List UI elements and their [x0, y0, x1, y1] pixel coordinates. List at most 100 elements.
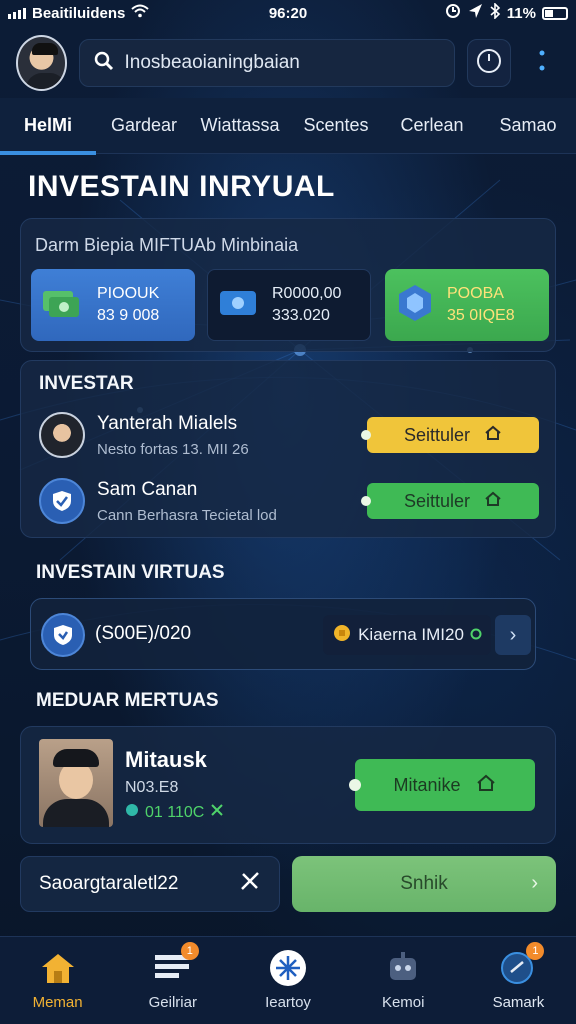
- battery-icon: [542, 6, 568, 20]
- investar-name: Yanterah Mialels: [97, 412, 238, 434]
- wifi-icon: [131, 4, 150, 22]
- mediar-value: 01 110C: [125, 803, 224, 822]
- tab-helmi[interactable]: HelMi: [0, 98, 96, 155]
- shield-icon: [39, 478, 85, 524]
- search-input[interactable]: [124, 52, 441, 74]
- chevron-right-icon: ›: [531, 872, 538, 894]
- investar-label: INVESTAR: [39, 373, 134, 394]
- location-icon: [467, 3, 483, 23]
- alarm-icon: [445, 3, 461, 23]
- investar-card: INVESTAR Yanterah Mialels Nesto fortas 1…: [20, 360, 556, 538]
- app-header: [0, 30, 576, 96]
- stat-card-2[interactable]: R0000,00 333.020: [207, 269, 371, 341]
- mediar-label: MEDUAR MERTUAS: [36, 690, 219, 711]
- more-button[interactable]: [523, 39, 560, 87]
- nav-label: Meman: [32, 994, 83, 1011]
- stat-2-line1: R0000,00: [272, 285, 342, 302]
- nav-item-meman[interactable]: Meman: [0, 937, 115, 1024]
- schedule-button[interactable]: Seittuler: [361, 417, 539, 453]
- home-icon: [484, 491, 502, 512]
- timer-button[interactable]: [467, 39, 512, 87]
- stat-card-3[interactable]: POOBA 35 0IQE8: [385, 269, 549, 341]
- home-icon: [38, 950, 78, 986]
- virtuas-card[interactable]: (S00E)/020 Kiaerna IMI20 ›: [30, 598, 536, 670]
- tab-scentes[interactable]: Scentes: [288, 98, 384, 154]
- schedule-button[interactable]: Seittuler: [361, 483, 539, 519]
- virtuas-amount: (S00E)/020: [95, 623, 192, 644]
- bluetooth-icon: [489, 2, 501, 23]
- shield-icon: [41, 613, 85, 657]
- mediar-action-label: Mitanike: [393, 774, 461, 795]
- stat-card-1[interactable]: PIOOUK 83 9 008: [31, 269, 195, 341]
- robot-icon: [383, 950, 423, 986]
- tab-wiattassa[interactable]: Wiattassa: [192, 98, 288, 154]
- nav-item-kemoi[interactable]: Kemoi: [346, 937, 461, 1024]
- nav-label: Samark: [492, 994, 545, 1011]
- chevron-right-icon[interactable]: ›: [495, 615, 531, 655]
- coin-icon: [332, 624, 352, 647]
- page-title: INVESTAIN INRYUAL: [28, 170, 335, 203]
- more-vertical-icon: [538, 48, 546, 79]
- mediar-value-text: 01 110C: [145, 803, 205, 821]
- status-bar: Beaitiluidens 96:20 11%: [0, 0, 576, 26]
- stat-3-line2: 35 0IQE8: [447, 307, 515, 324]
- stat-1-line2: 83 9 008: [97, 307, 160, 324]
- nav-label: Geilriar: [148, 994, 197, 1011]
- schedule-label: Seittuler: [403, 424, 471, 445]
- clock: 96:20: [268, 4, 308, 22]
- nav-item-ieartoy[interactable]: Ieartoy: [230, 937, 345, 1024]
- nav-label: Kemoi: [381, 994, 425, 1011]
- search-bar[interactable]: [79, 39, 456, 87]
- tab-gardear[interactable]: Gardear: [96, 98, 192, 154]
- wallet-icon: [218, 285, 260, 326]
- tools-icon: [239, 870, 261, 898]
- primary-action-button[interactable]: Snhik ›: [292, 856, 556, 912]
- tools-icon: [210, 803, 224, 822]
- home-icon: [484, 425, 502, 446]
- profile-photo: [39, 739, 113, 827]
- compass-icon: [268, 950, 308, 986]
- schedule-label: Seittuler: [403, 490, 471, 511]
- bottom-nav: Meman 1 Geilriar Ieartoy Kemoi 1 Samark: [0, 936, 576, 1024]
- nav-item-samark[interactable]: 1 Samark: [461, 937, 576, 1024]
- search-icon: [94, 51, 114, 76]
- avatar: [39, 412, 85, 458]
- tab-bar: HelMi Gardear Wiattassa Scentes Cerlean …: [0, 98, 576, 155]
- notification-badge: 1: [180, 942, 199, 960]
- investar-sub: Nesto fortas 13. MII 26: [97, 440, 249, 458]
- stat-1-line1: PIOOUK: [97, 285, 160, 302]
- battery-percent: 11%: [506, 4, 536, 22]
- nav-label: Ieartoy: [265, 994, 311, 1011]
- mediar-sub: N03.E8: [125, 779, 179, 796]
- cash-icon: [41, 283, 85, 328]
- coin-icon: [125, 803, 139, 822]
- signal-icon: [8, 7, 26, 19]
- virtuas-label: INVESTAIN VIRTUAS: [36, 562, 225, 583]
- secondary-action-button[interactable]: Saoargtaraletl22: [20, 856, 280, 912]
- timer-icon: [476, 48, 502, 79]
- notification-badge: 1: [526, 942, 545, 960]
- primary-action-label: Snhik: [400, 873, 448, 894]
- chat-icon: 1: [498, 942, 545, 986]
- virtuas-chip[interactable]: Kiaerna IMI20: [323, 615, 491, 655]
- list-item[interactable]: Sam Canan Cann Berhasra Tecietal lod Sei…: [39, 475, 539, 527]
- virtuas-chip-label: Kiaerna IMI20: [358, 625, 464, 644]
- tab-cerlean[interactable]: Cerlean: [384, 98, 480, 154]
- list-item[interactable]: Yanterah Mialels Nesto fortas 13. MII 26…: [39, 409, 539, 461]
- mediar-name: Mitausk: [125, 747, 207, 772]
- avatar[interactable]: [16, 35, 68, 91]
- tab-samao[interactable]: Samao: [480, 98, 576, 154]
- investar-name: Sam Canan: [97, 478, 198, 500]
- stat-2-line2: 333.020: [272, 307, 330, 324]
- mediar-card[interactable]: Mitausk N03.E8 01 110C Mitanike: [20, 726, 556, 844]
- stats-card: Darm Biepia MIFTUAb Minbinaia PIOOUK 83 …: [20, 218, 556, 352]
- list-icon: 1: [153, 942, 199, 986]
- stat-3-line1: POOBA: [447, 285, 504, 302]
- investar-sub: Cann Berhasra Tecietal lod: [97, 506, 277, 524]
- nav-item-geilriar[interactable]: 1 Geilriar: [115, 937, 230, 1024]
- mediar-action-button[interactable]: Mitanike: [349, 759, 535, 811]
- stats-title: Darm Biepia MIFTUAb Minbinaia: [35, 235, 299, 255]
- home-icon: [475, 774, 497, 797]
- secondary-action-label: Saoargtaraletl22: [39, 873, 179, 894]
- carrier-name: Beaitiluidens: [32, 4, 126, 22]
